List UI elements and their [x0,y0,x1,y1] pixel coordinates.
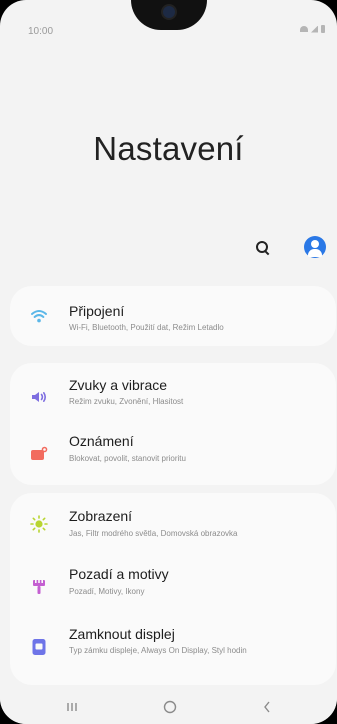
wifi-icon [30,307,48,325]
settings-group-display: Zobrazení Jas, Filtr modrého světla, Dom… [10,493,336,685]
settings-item-display[interactable]: Zobrazení Jas, Filtr modrého světla, Dom… [10,499,336,555]
settings-item-subtitle: Typ zámku displeje, Always On Display, S… [69,646,247,655]
settings-item-title: Zamknout displej [69,626,175,642]
settings-screen: 10:00 Nastavení Připojení Wi-Fi, Bluetoo… [0,0,337,724]
search-icon[interactable] [253,238,273,258]
back-icon[interactable] [262,700,272,714]
front-camera-notch [131,0,207,30]
settings-item-title: Pozadí a motivy [69,566,169,582]
status-bar: 10:00 [0,0,337,40]
sun-icon [30,515,48,533]
recents-icon[interactable] [66,700,78,714]
settings-item-subtitle: Blokovat, povolit, stanovit prioritu [69,454,186,463]
settings-item-subtitle: Jas, Filtr modrého světla, Domovská obra… [69,529,238,538]
settings-item-subtitle: Pozadí, Motivy, Ikony [69,587,145,596]
lock-icon [30,638,48,656]
account-icon[interactable] [304,236,326,258]
cell-signal-icon [311,25,318,33]
settings-item-notifications[interactable]: Oznámení Blokovat, povolit, stanovit pri… [10,425,336,481]
page-title: Nastavení [93,130,244,167]
settings-item-title: Oznámení [69,433,134,449]
search-handle [264,250,270,256]
settings-item-themes[interactable]: Pozadí a motivy Pozadí, Motivy, Ikony [10,558,336,614]
wifi-signal-icon [300,26,308,32]
account-body [308,249,322,257]
brush-icon [30,578,48,596]
speaker-icon [30,388,48,406]
home-icon[interactable] [163,700,177,714]
settings-item-title: Zobrazení [69,508,133,524]
settings-item-title: Zvuky a vibrace [69,377,168,393]
status-time: 10:00 [28,26,54,37]
camera-icon [163,6,175,18]
settings-group-sound-notifications: Zvuky a vibrace Režim zvuku, Zvonění, Hl… [10,363,336,485]
status-icons [300,25,325,33]
settings-item-lockscreen[interactable]: Zamknout displej Typ zámku displeje, Alw… [10,616,336,680]
settings-item-sounds[interactable]: Zvuky a vibrace Režim zvuku, Zvonění, Hl… [10,367,336,423]
settings-item-subtitle: Režim zvuku, Zvonění, Hlasitost [69,397,184,406]
account-head [311,240,319,248]
navigation-bar [0,690,337,724]
settings-item-subtitle: Wi-Fi, Bluetooth, Použití dat, Režim Let… [69,323,224,332]
settings-group-connections: Připojení Wi-Fi, Bluetooth, Použití dat,… [10,286,336,346]
settings-item-connections[interactable]: Připojení Wi-Fi, Bluetooth, Použití dat,… [10,288,336,344]
notification-icon [30,445,48,463]
settings-item-title: Připojení [69,303,125,319]
battery-icon [321,25,325,33]
